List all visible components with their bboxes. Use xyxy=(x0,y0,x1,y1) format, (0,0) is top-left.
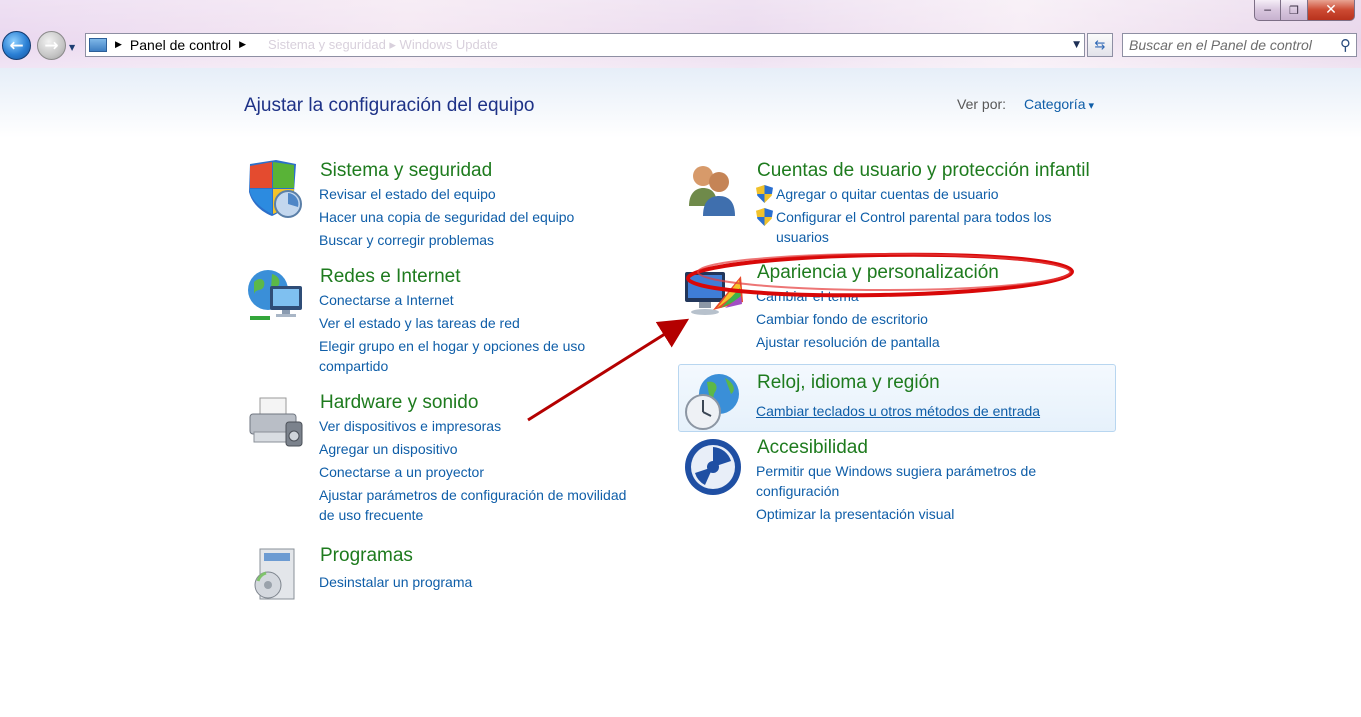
link-sugerir-parametros-cont[interactable]: configuración xyxy=(756,481,1036,501)
category-hardware-sound: Hardware y sonido Ver dispositivos e imp… xyxy=(246,392,666,532)
link-estado-red[interactable]: Ver el estado y las tareas de red xyxy=(319,313,585,333)
back-arrow-icon: ← xyxy=(9,35,24,56)
monitor-palette-icon xyxy=(685,272,743,315)
link-teclados[interactable]: Cambiar teclados u otros métodos de entr… xyxy=(756,401,1040,421)
programs-box-icon xyxy=(254,548,295,600)
link-control-parental[interactable]: Configurar el Control parental para todo… xyxy=(776,207,1052,227)
category-network-internet: Redes e Internet Conectarse a Internet V… xyxy=(246,266,626,376)
link-revisar-estado[interactable]: Revisar el estado del equipo xyxy=(319,184,574,204)
link-control-parental-cont[interactable]: usuarios xyxy=(776,227,1052,247)
forward-button[interactable]: → xyxy=(37,31,66,60)
category-programs: Programas Desinstalar un programa xyxy=(246,545,626,615)
view-by-label: Ver por: xyxy=(957,96,1007,112)
shield-link-row: Configurar el Control parental para todo… xyxy=(756,207,1052,247)
refresh-button[interactable]: ⇆ xyxy=(1087,33,1113,57)
link-cambiar-tema[interactable]: Cambiar el tema xyxy=(756,286,940,306)
link-movilidad-cont[interactable]: de uso frecuente xyxy=(319,505,626,525)
network-globe-icon xyxy=(248,270,302,320)
refresh-icon: ⇆ xyxy=(1094,37,1106,53)
category-title-clock-region[interactable]: Reloj, idioma y región xyxy=(757,372,940,394)
category-clock-region: Reloj, idioma y región Cambiar teclados … xyxy=(683,372,1113,432)
breadcrumb-chevron-icon[interactable]: ▶ xyxy=(115,40,122,50)
close-button[interactable]: ✕ xyxy=(1308,0,1355,21)
users-icon xyxy=(689,166,735,216)
category-user-accounts: Cuentas de usuario y protección infantil… xyxy=(683,160,1123,250)
link-optimizar-visual[interactable]: Optimizar la presentación visual xyxy=(756,504,1036,524)
link-sugerir-parametros[interactable]: Permitir que Windows sugiera parámetros … xyxy=(756,461,1036,481)
minimize-button[interactable]: ─ xyxy=(1254,0,1281,21)
control-panel-icon xyxy=(89,38,107,52)
window-controls: ─ ❐ ✕ xyxy=(1254,0,1355,21)
back-button[interactable]: ← xyxy=(2,31,31,60)
link-grupo-hogar[interactable]: Elegir grupo en el hogar y opciones de u… xyxy=(319,336,585,356)
category-links: Desinstalar un programa xyxy=(319,572,472,595)
link-copia-seguridad[interactable]: Hacer una copia de seguridad del equipo xyxy=(319,207,574,227)
search-icon[interactable]: ⚲ xyxy=(1340,36,1351,54)
category-title-hardware-sound[interactable]: Hardware y sonido xyxy=(320,392,478,414)
category-links: Conectarse a Internet Ver el estado y la… xyxy=(319,290,585,379)
recent-pages-dropdown[interactable]: ▼ xyxy=(69,43,75,52)
category-links: Agregar o quitar cuentas de usuario Conf… xyxy=(756,184,1052,250)
uac-shield-icon xyxy=(756,185,773,203)
link-desinstalar[interactable]: Desinstalar un programa xyxy=(319,572,472,592)
link-agregar-cuentas[interactable]: Agregar o quitar cuentas de usuario xyxy=(776,184,999,204)
link-proyector[interactable]: Conectarse a un proyector xyxy=(319,462,626,482)
maximize-icon: ❐ xyxy=(1289,3,1299,17)
control-panel-content: Ajustar la configuración del equipo Ver … xyxy=(0,68,1361,717)
search-input[interactable] xyxy=(1129,37,1334,53)
category-title-network-internet[interactable]: Redes e Internet xyxy=(320,266,460,288)
category-appearance: Apariencia y personalización Cambiar el … xyxy=(683,262,1123,352)
category-links: Cambiar el tema Cambiar fondo de escrito… xyxy=(756,286,940,355)
breadcrumb-chevron-icon[interactable]: ▶ xyxy=(239,40,246,50)
maximize-button[interactable]: ❐ xyxy=(1281,0,1308,21)
link-ver-dispositivos[interactable]: Ver dispositivos e impresoras xyxy=(319,416,626,436)
breadcrumb-panel-de-control[interactable]: Panel de control xyxy=(130,37,231,53)
close-icon: ✕ xyxy=(1325,2,1337,18)
shield-icon xyxy=(249,160,302,218)
category-links: Ver dispositivos e impresoras Agregar un… xyxy=(319,416,626,528)
category-accessibility: Accesibilidad Permitir que Windows sugie… xyxy=(683,437,1123,527)
category-links: Permitir que Windows sugiera parámetros … xyxy=(756,461,1036,527)
category-title-accessibility[interactable]: Accesibilidad xyxy=(757,437,868,459)
globe-clock-icon xyxy=(685,374,739,430)
link-fondo-escritorio[interactable]: Cambiar fondo de escritorio xyxy=(756,309,940,329)
category-title-programs[interactable]: Programas xyxy=(320,545,413,567)
minimize-icon: ─ xyxy=(1264,3,1271,17)
link-buscar-problemas[interactable]: Buscar y corregir problemas xyxy=(319,230,574,250)
shield-link-row: Agregar o quitar cuentas de usuario xyxy=(756,184,1052,204)
view-by-dropdown[interactable]: Categoría xyxy=(1024,96,1094,112)
category-title-appearance[interactable]: Apariencia y personalización xyxy=(757,262,999,284)
link-movilidad[interactable]: Ajustar parámetros de configuración de m… xyxy=(319,485,626,505)
page-title: Ajustar la configuración del equipo xyxy=(244,95,535,116)
printer-icon xyxy=(249,397,303,447)
category-links: Revisar el estado del equipo Hacer una c… xyxy=(319,184,574,253)
category-title-system-security[interactable]: Sistema y seguridad xyxy=(320,160,492,182)
accessibility-icon xyxy=(685,439,741,495)
category-links: Cambiar teclados u otros métodos de entr… xyxy=(756,401,1040,424)
link-conectarse-internet[interactable]: Conectarse a Internet xyxy=(319,290,585,310)
breadcrumb-faded-path: Sistema y seguridad ▸ Windows Update xyxy=(268,37,498,52)
link-grupo-hogar-cont[interactable]: compartido xyxy=(319,356,585,376)
category-system-security: Sistema y seguridad Revisar el estado de… xyxy=(246,160,626,250)
link-agregar-dispositivo[interactable]: Agregar un dispositivo xyxy=(319,439,626,459)
search-box[interactable]: ⚲ xyxy=(1122,33,1357,57)
category-title-user-accounts[interactable]: Cuentas de usuario y protección infantil xyxy=(757,160,1090,182)
forward-arrow-icon: → xyxy=(44,35,59,56)
link-resolucion[interactable]: Ajustar resolución de pantalla xyxy=(756,332,940,352)
address-dropdown-icon[interactable]: ▼ xyxy=(1073,40,1080,50)
uac-shield-icon xyxy=(756,208,773,226)
address-bar[interactable]: ▶ Panel de control ▶ Sistema y seguridad… xyxy=(85,33,1085,57)
